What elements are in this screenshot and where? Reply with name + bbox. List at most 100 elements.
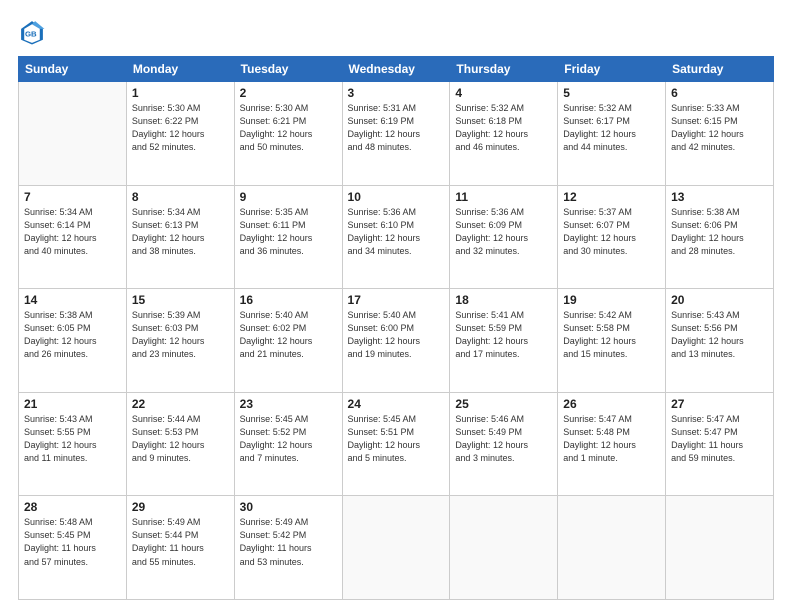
calendar-cell: 2 Sunrise: 5:30 AM Sunset: 6:21 PM Daylig…: [234, 82, 342, 186]
cell-info: Sunrise: 5:36 AM Sunset: 6:09 PM Dayligh…: [455, 206, 552, 258]
day-number: 7: [24, 190, 121, 204]
calendar-cell: 18 Sunrise: 5:41 AM Sunset: 5:59 PM Dayli…: [450, 289, 558, 393]
weekday-header-sunday: Sunday: [19, 57, 127, 82]
calendar-cell: 21 Sunrise: 5:43 AM Sunset: 5:55 PM Dayli…: [19, 392, 127, 496]
calendar-cell: [342, 496, 450, 600]
cell-info: Sunrise: 5:34 AM Sunset: 6:14 PM Dayligh…: [24, 206, 121, 258]
header: GB: [18, 18, 774, 46]
cell-info: Sunrise: 5:43 AM Sunset: 5:55 PM Dayligh…: [24, 413, 121, 465]
calendar-cell: 7 Sunrise: 5:34 AM Sunset: 6:14 PM Daylig…: [19, 185, 127, 289]
calendar-cell: 17 Sunrise: 5:40 AM Sunset: 6:00 PM Dayli…: [342, 289, 450, 393]
calendar-cell: 23 Sunrise: 5:45 AM Sunset: 5:52 PM Dayli…: [234, 392, 342, 496]
day-number: 1: [132, 86, 229, 100]
cell-info: Sunrise: 5:47 AM Sunset: 5:47 PM Dayligh…: [671, 413, 768, 465]
day-number: 22: [132, 397, 229, 411]
calendar-table: SundayMondayTuesdayWednesdayThursdayFrid…: [18, 56, 774, 600]
cell-info: Sunrise: 5:31 AM Sunset: 6:19 PM Dayligh…: [348, 102, 445, 154]
calendar-cell: 6 Sunrise: 5:33 AM Sunset: 6:15 PM Daylig…: [666, 82, 774, 186]
cell-info: Sunrise: 5:36 AM Sunset: 6:10 PM Dayligh…: [348, 206, 445, 258]
cell-info: Sunrise: 5:41 AM Sunset: 5:59 PM Dayligh…: [455, 309, 552, 361]
calendar-cell: 9Sunrise: 5:35 AM Sunset: 6:11 PM Daylig…: [234, 185, 342, 289]
calendar-week-1: 1 Sunrise: 5:30 AM Sunset: 6:22 PM Daylig…: [19, 82, 774, 186]
weekday-header-monday: Monday: [126, 57, 234, 82]
day-number: 27: [671, 397, 768, 411]
calendar-cell: 15 Sunrise: 5:39 AM Sunset: 6:03 PM Dayli…: [126, 289, 234, 393]
day-number: 26: [563, 397, 660, 411]
cell-info: Sunrise: 5:38 AM Sunset: 6:05 PM Dayligh…: [24, 309, 121, 361]
cell-info: Sunrise: 5:49 AM Sunset: 5:44 PM Dayligh…: [132, 516, 229, 568]
calendar-cell: 4 Sunrise: 5:32 AM Sunset: 6:18 PM Daylig…: [450, 82, 558, 186]
calendar-week-5: 28Sunrise: 5:48 AM Sunset: 5:45 PM Dayli…: [19, 496, 774, 600]
day-number: 4: [455, 86, 552, 100]
logo-icon: GB: [18, 18, 46, 46]
calendar-cell: 30Sunrise: 5:49 AM Sunset: 5:42 PM Dayli…: [234, 496, 342, 600]
day-number: 12: [563, 190, 660, 204]
day-number: 13: [671, 190, 768, 204]
cell-info: Sunrise: 5:45 AM Sunset: 5:51 PM Dayligh…: [348, 413, 445, 465]
day-number: 16: [240, 293, 337, 307]
cell-info: Sunrise: 5:33 AM Sunset: 6:15 PM Dayligh…: [671, 102, 768, 154]
cell-info: Sunrise: 5:32 AM Sunset: 6:18 PM Dayligh…: [455, 102, 552, 154]
day-number: 3: [348, 86, 445, 100]
calendar-cell: 19 Sunrise: 5:42 AM Sunset: 5:58 PM Dayli…: [558, 289, 666, 393]
cell-info: Sunrise: 5:40 AM Sunset: 6:00 PM Dayligh…: [348, 309, 445, 361]
day-number: 5: [563, 86, 660, 100]
cell-info: Sunrise: 5:48 AM Sunset: 5:45 PM Dayligh…: [24, 516, 121, 568]
day-number: 10: [348, 190, 445, 204]
calendar-cell: 22 Sunrise: 5:44 AM Sunset: 5:53 PM Dayli…: [126, 392, 234, 496]
calendar-cell: 28Sunrise: 5:48 AM Sunset: 5:45 PM Dayli…: [19, 496, 127, 600]
day-number: 21: [24, 397, 121, 411]
cell-info: Sunrise: 5:30 AM Sunset: 6:21 PM Dayligh…: [240, 102, 337, 154]
svg-text:GB: GB: [25, 30, 37, 39]
calendar-cell: 24 Sunrise: 5:45 AM Sunset: 5:51 PM Dayli…: [342, 392, 450, 496]
calendar-header: SundayMondayTuesdayWednesdayThursdayFrid…: [19, 57, 774, 82]
day-number: 15: [132, 293, 229, 307]
cell-info: Sunrise: 5:47 AM Sunset: 5:48 PM Dayligh…: [563, 413, 660, 465]
day-number: 6: [671, 86, 768, 100]
day-number: 20: [671, 293, 768, 307]
day-number: 2: [240, 86, 337, 100]
day-number: 23: [240, 397, 337, 411]
day-number: 11: [455, 190, 552, 204]
weekday-header-thursday: Thursday: [450, 57, 558, 82]
cell-info: Sunrise: 5:42 AM Sunset: 5:58 PM Dayligh…: [563, 309, 660, 361]
cell-info: Sunrise: 5:46 AM Sunset: 5:49 PM Dayligh…: [455, 413, 552, 465]
weekday-header-wednesday: Wednesday: [342, 57, 450, 82]
day-number: 30: [240, 500, 337, 514]
cell-info: Sunrise: 5:38 AM Sunset: 6:06 PM Dayligh…: [671, 206, 768, 258]
cell-info: Sunrise: 5:40 AM Sunset: 6:02 PM Dayligh…: [240, 309, 337, 361]
day-number: 18: [455, 293, 552, 307]
calendar-cell: 3 Sunrise: 5:31 AM Sunset: 6:19 PM Daylig…: [342, 82, 450, 186]
weekday-header-friday: Friday: [558, 57, 666, 82]
calendar-cell: 11 Sunrise: 5:36 AM Sunset: 6:09 PM Dayli…: [450, 185, 558, 289]
day-number: 24: [348, 397, 445, 411]
cell-info: Sunrise: 5:43 AM Sunset: 5:56 PM Dayligh…: [671, 309, 768, 361]
calendar-cell: [666, 496, 774, 600]
cell-info: Sunrise: 5:30 AM Sunset: 6:22 PM Dayligh…: [132, 102, 229, 154]
calendar-cell: 27 Sunrise: 5:47 AM Sunset: 5:47 PM Dayli…: [666, 392, 774, 496]
calendar-cell: [19, 82, 127, 186]
weekday-row: SundayMondayTuesdayWednesdayThursdayFrid…: [19, 57, 774, 82]
calendar-cell: [558, 496, 666, 600]
cell-info: Sunrise: 5:37 AM Sunset: 6:07 PM Dayligh…: [563, 206, 660, 258]
day-number: 9: [240, 190, 337, 204]
day-number: 25: [455, 397, 552, 411]
cell-info: Sunrise: 5:45 AM Sunset: 5:52 PM Dayligh…: [240, 413, 337, 465]
cell-info: Sunrise: 5:39 AM Sunset: 6:03 PM Dayligh…: [132, 309, 229, 361]
day-number: 19: [563, 293, 660, 307]
day-number: 17: [348, 293, 445, 307]
calendar-cell: 10 Sunrise: 5:36 AM Sunset: 6:10 PM Dayli…: [342, 185, 450, 289]
cell-info: Sunrise: 5:44 AM Sunset: 5:53 PM Dayligh…: [132, 413, 229, 465]
weekday-header-saturday: Saturday: [666, 57, 774, 82]
calendar-cell: [450, 496, 558, 600]
calendar-body: 1 Sunrise: 5:30 AM Sunset: 6:22 PM Daylig…: [19, 82, 774, 600]
calendar-cell: 25 Sunrise: 5:46 AM Sunset: 5:49 PM Dayli…: [450, 392, 558, 496]
weekday-header-tuesday: Tuesday: [234, 57, 342, 82]
calendar-cell: 1 Sunrise: 5:30 AM Sunset: 6:22 PM Daylig…: [126, 82, 234, 186]
day-number: 29: [132, 500, 229, 514]
page: GB SundayMondayTuesdayWednesdayThursdayF…: [0, 0, 792, 612]
day-number: 14: [24, 293, 121, 307]
calendar-week-4: 21 Sunrise: 5:43 AM Sunset: 5:55 PM Dayli…: [19, 392, 774, 496]
calendar-cell: 8Sunrise: 5:34 AM Sunset: 6:13 PM Daylig…: [126, 185, 234, 289]
logo: GB: [18, 18, 50, 46]
